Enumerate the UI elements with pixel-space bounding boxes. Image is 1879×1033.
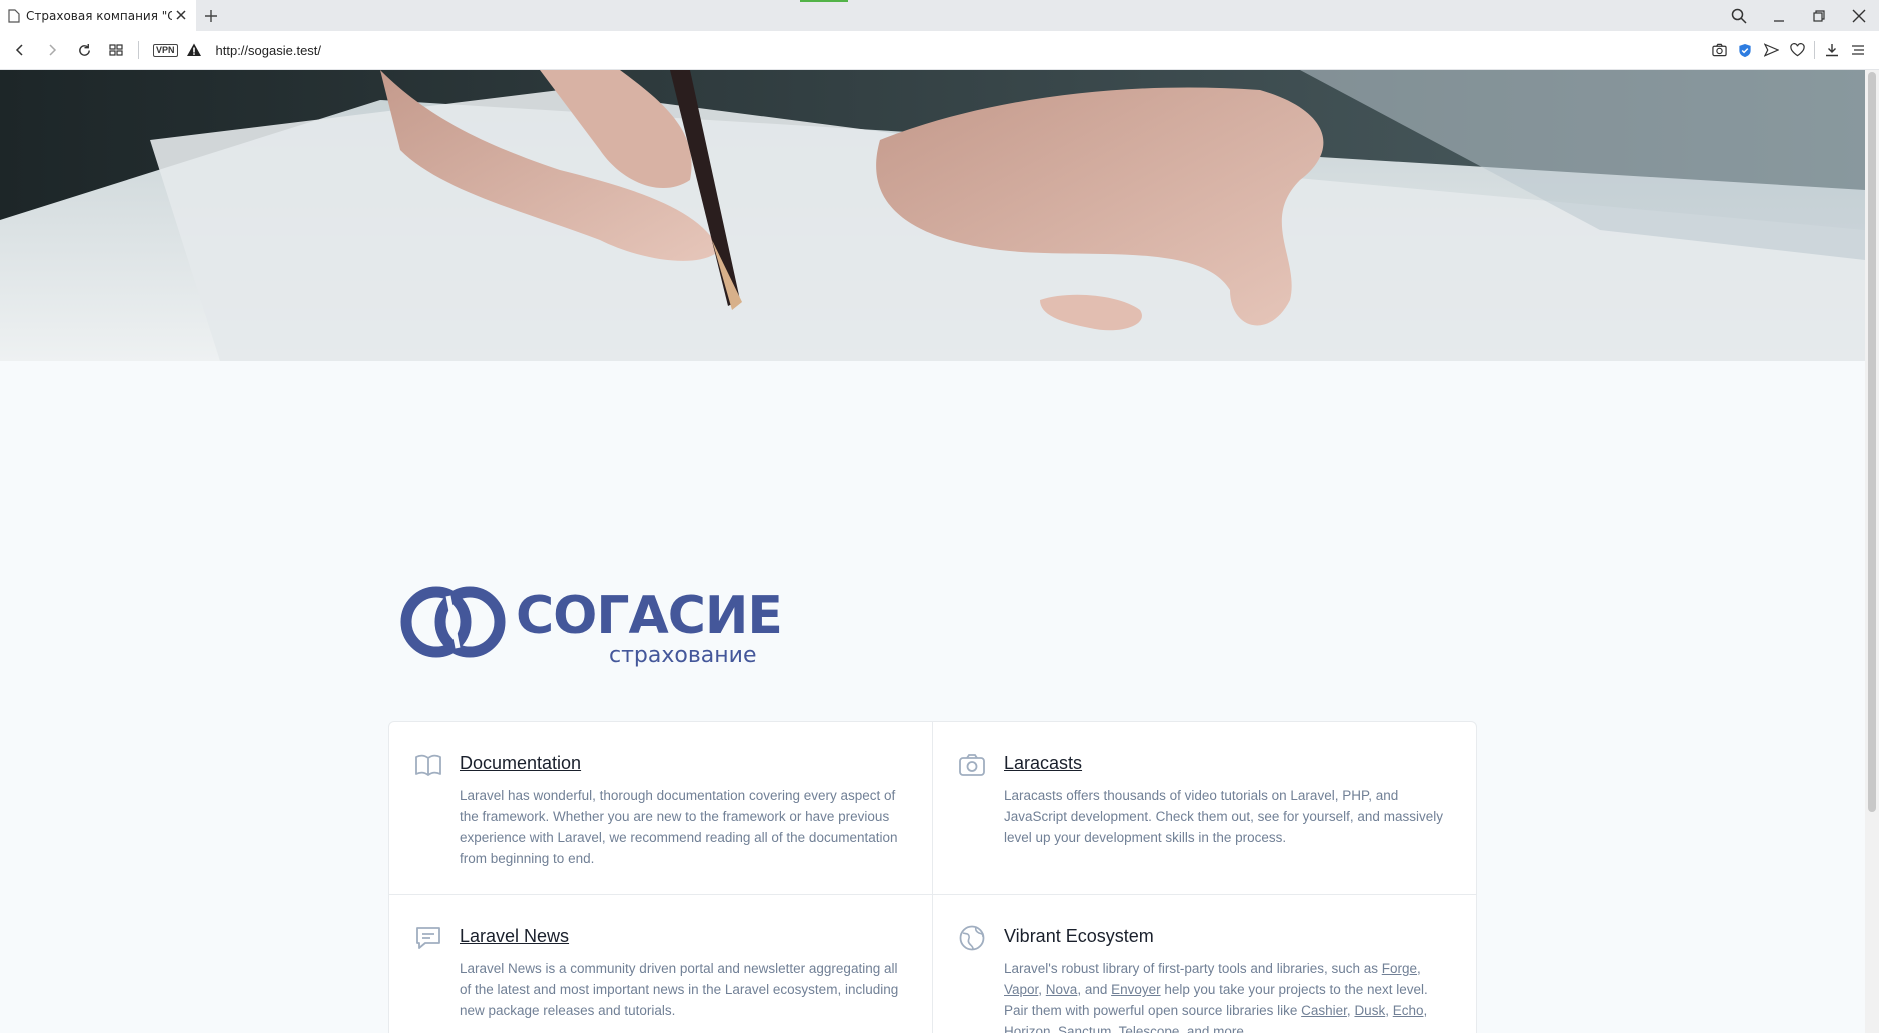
downloads-button[interactable]: [1819, 31, 1845, 69]
logo-tagline: страхование: [609, 643, 757, 668]
toolbar-divider: [138, 41, 139, 59]
download-icon: [1826, 44, 1838, 57]
camera-icon: [959, 754, 985, 776]
forge-link[interactable]: Forge: [1382, 961, 1417, 976]
laravel-news-link[interactable]: Laravel News: [460, 923, 569, 949]
loading-indicator: [800, 0, 848, 2]
horizon-link[interactable]: Horizon: [1004, 1024, 1051, 1033]
ecosystem-text-end: , and more.: [1179, 1024, 1248, 1033]
dusk-link[interactable]: Dusk: [1354, 1003, 1385, 1018]
minimize-button[interactable]: [1759, 0, 1799, 31]
vibrant-ecosystem-title: Vibrant Ecosystem: [1004, 926, 1154, 946]
hero-photo-hand-signing: [0, 70, 1865, 361]
tab-title: Страховая компания "Сог: [26, 8, 172, 23]
close-icon: [1852, 9, 1866, 22]
search-icon: [1731, 8, 1747, 24]
menu-button[interactable]: [1845, 31, 1871, 69]
vertical-scrollbar[interactable]: [1865, 70, 1879, 1033]
back-button[interactable]: [4, 31, 36, 69]
scrollbar-thumb[interactable]: [1868, 72, 1876, 812]
vibrant-ecosystem-description: Laravel's robust library of first-party …: [1004, 958, 1454, 1033]
restore-button[interactable]: [1799, 0, 1839, 31]
card-laracasts: Laracasts Laracasts offers thousands of …: [933, 722, 1477, 895]
adblock-button[interactable]: [1732, 31, 1758, 69]
warning-icon[interactable]: [186, 42, 202, 58]
ecosystem-text-start: Laravel's robust library of first-party …: [1004, 961, 1382, 976]
forward-button[interactable]: [36, 31, 68, 69]
card-documentation: Documentation Laravel has wonderful, tho…: [389, 722, 933, 895]
forward-arrow-icon: [49, 44, 57, 56]
card-laravel-news: Laravel News Laravel News is a community…: [389, 895, 933, 1033]
vpn-badge[interactable]: VPN: [153, 43, 178, 57]
camera-icon: [1711, 43, 1727, 57]
tab-bar: Страховая компания "Сог: [0, 0, 1879, 31]
laracasts-description: Laracasts offers thousands of video tuto…: [1004, 788, 1443, 845]
snapshot-button[interactable]: [1706, 31, 1732, 69]
laravel-news-description: Laravel News is a community driven porta…: [460, 961, 899, 1018]
bookmark-button[interactable]: [1784, 31, 1810, 69]
close-window-button[interactable]: [1839, 0, 1879, 31]
reload-icon: [78, 43, 90, 56]
minimize-icon: [1774, 19, 1784, 22]
search-tabs-button[interactable]: [1719, 0, 1759, 31]
page-viewport: СОГАСИЕ страхование Documentation Larave…: [0, 70, 1865, 1033]
reload-button[interactable]: [68, 31, 100, 69]
plus-icon: [205, 9, 217, 22]
laracasts-link[interactable]: Laracasts: [1004, 750, 1082, 776]
chat-icon: [416, 927, 440, 949]
company-logo: СОГАСИЕ страхование: [398, 582, 783, 682]
globe-icon: [959, 925, 985, 951]
page-icon: [8, 8, 20, 23]
browser-tab[interactable]: Страховая компания "Сог: [0, 0, 196, 31]
grid-icon: [109, 44, 123, 56]
envoyer-link[interactable]: Envoyer: [1111, 982, 1161, 997]
hamburger-menu-icon: [1852, 45, 1864, 55]
restore-icon: [1813, 9, 1825, 22]
card-vibrant-ecosystem: Vibrant Ecosystem Laravel's robust libra…: [933, 895, 1477, 1033]
resources-card-grid: Documentation Laravel has wonderful, tho…: [388, 721, 1477, 1033]
documentation-description: Laravel has wonderful, thorough document…: [460, 788, 898, 866]
cashier-link[interactable]: Cashier: [1301, 1003, 1347, 1018]
echo-link[interactable]: Echo: [1393, 1003, 1424, 1018]
nova-link[interactable]: Nova: [1046, 982, 1078, 997]
new-tab-button[interactable]: [196, 0, 226, 31]
address-bar: VPN http://sogasie.test/: [0, 31, 1879, 70]
back-arrow-icon: [15, 44, 23, 56]
logo-wordmark: СОГАСИЕ: [516, 586, 783, 646]
url-input[interactable]: http://sogasie.test/: [216, 43, 322, 58]
hero-image: [0, 70, 1865, 361]
vapor-link[interactable]: Vapor: [1004, 982, 1038, 997]
rings-logo-icon: [400, 586, 506, 658]
toolbar-divider: [1814, 41, 1815, 59]
documentation-link[interactable]: Documentation: [460, 750, 581, 776]
send-icon: [1763, 43, 1779, 57]
sanctum-link[interactable]: Sanctum: [1058, 1024, 1111, 1033]
heart-icon: [1789, 43, 1805, 57]
close-tab-icon[interactable]: [174, 8, 188, 22]
flow-button[interactable]: [1758, 31, 1784, 69]
book-icon: [415, 754, 441, 776]
speed-dial-button[interactable]: [100, 31, 132, 69]
telescope-link[interactable]: Telescope: [1119, 1024, 1180, 1033]
shield-icon: [1739, 43, 1751, 57]
